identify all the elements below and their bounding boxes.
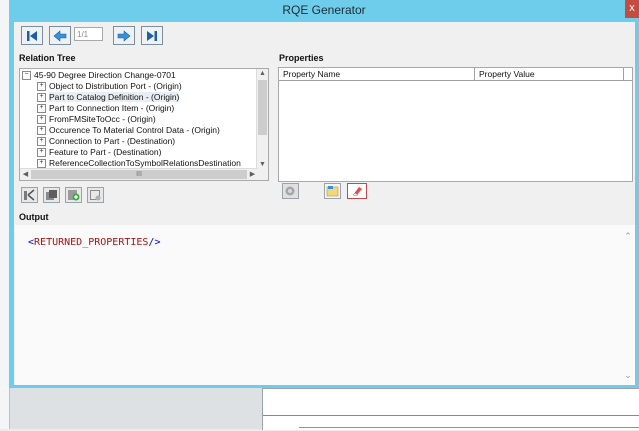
- clear-icon: [90, 190, 101, 201]
- next-page-icon: [117, 29, 131, 42]
- scroll-down-icon[interactable]: ⌄: [623, 370, 633, 381]
- tree-node-label: FromFMSiteToOcc - (Origin): [49, 114, 156, 124]
- relation-tree-label: Relation Tree: [19, 53, 76, 63]
- scrollbar-grip: III: [136, 171, 142, 178]
- relation-tree[interactable]: −45-90 Degree Direction Change-0701 + Obj…: [19, 68, 269, 181]
- first-page-icon: [27, 30, 37, 41]
- eraser-button[interactable]: [347, 183, 367, 199]
- tree-horizontal-scrollbar[interactable]: ◀ III ▶: [20, 168, 258, 180]
- scrollbar-corner: [257, 169, 268, 180]
- page-number-field[interactable]: 1/1: [74, 27, 103, 41]
- previous-page-icon: [53, 29, 67, 42]
- copy-icon: [46, 190, 57, 200]
- tree-node[interactable]: + Part to Catalog Definition - (Origin): [37, 92, 180, 103]
- eraser-icon: [352, 187, 362, 197]
- tree-node-label: Connection to Part - (Destination): [49, 136, 176, 146]
- expand-icon[interactable]: +: [37, 115, 46, 125]
- first-page-button[interactable]: [21, 26, 43, 45]
- tree-node[interactable]: + FromFMSiteToOcc - (Origin): [37, 114, 156, 125]
- tree-node[interactable]: + Occurence To Material Control Data - (O…: [37, 125, 220, 136]
- rqe-generator-window: RQE Generator x 1/1 Relation Tree Proper…: [9, 0, 639, 388]
- background-divider: [263, 415, 639, 416]
- window-title: RQE Generator: [282, 3, 366, 17]
- expand-icon[interactable]: +: [37, 137, 46, 147]
- output-scrollbar[interactable]: ⌃ ⌄: [623, 231, 633, 381]
- window-client-area: 1/1 Relation Tree Properties −45-90 Degr…: [14, 22, 635, 385]
- open-file-icon: [326, 186, 339, 197]
- add-relation-icon: [24, 189, 35, 201]
- expand-icon[interactable]: +: [37, 159, 46, 169]
- background-panel: [262, 388, 639, 430]
- tree-node[interactable]: + Feature to Part - (Destination): [37, 147, 161, 158]
- expand-icon[interactable]: +: [37, 82, 46, 92]
- column-header-property-value[interactable]: Property Value: [475, 68, 624, 80]
- tree-node[interactable]: + Connection to Part - (Destination): [37, 136, 175, 147]
- tree-node-label: Object to Distribution Port - (Origin): [49, 81, 182, 91]
- expand-icon[interactable]: +: [37, 104, 46, 114]
- scroll-left-icon[interactable]: ◀: [20, 169, 31, 180]
- title-bar[interactable]: RQE Generator x: [9, 0, 639, 22]
- tree-node-label: Occurence To Material Control Data - (Or…: [49, 125, 220, 135]
- clear-button[interactable]: [87, 187, 104, 203]
- scrollbar-thumb[interactable]: [258, 80, 267, 135]
- output-editor[interactable]: <RETURNED_PROPERTIES/> ⌃ ⌄: [15, 225, 635, 385]
- open-file-button[interactable]: [324, 183, 341, 199]
- last-page-icon: [147, 30, 157, 41]
- relation-tree-content: −45-90 Degree Direction Change-0701 + Obj…: [20, 69, 258, 170]
- refresh-button[interactable]: [282, 183, 299, 199]
- properties-grid[interactable]: Property Name Property Value: [278, 67, 633, 182]
- background-columns: [299, 427, 639, 431]
- add-relation-button[interactable]: [21, 187, 38, 203]
- scrollbar-thumb[interactable]: III: [31, 170, 247, 179]
- properties-label: Properties: [279, 53, 324, 63]
- tree-node[interactable]: + Part to Connection Item - (Origin): [37, 103, 174, 114]
- next-page-button[interactable]: [113, 26, 135, 45]
- tree-node-label: Feature to Part - (Destination): [49, 147, 162, 157]
- xml-close-bracket: />: [148, 237, 161, 248]
- previous-page-button[interactable]: [49, 26, 71, 45]
- collapse-icon[interactable]: −: [22, 71, 31, 81]
- tree-node[interactable]: + Object to Distribution Port - (Origin): [37, 81, 182, 92]
- xml-tag-name: RETURNED_PROPERTIES: [34, 237, 149, 248]
- grid-header: Property Name Property Value: [279, 68, 632, 81]
- add-item-icon: [68, 190, 80, 201]
- close-button[interactable]: x: [625, 0, 639, 18]
- expand-icon[interactable]: +: [37, 93, 46, 103]
- tree-node-label: Part to Connection Item - (Origin): [49, 103, 175, 113]
- column-header-property-name[interactable]: Property Name: [279, 68, 475, 80]
- expand-icon[interactable]: +: [37, 148, 46, 158]
- last-page-button[interactable]: [141, 26, 163, 45]
- tree-node-label: Part to Catalog Definition - (Origin): [49, 92, 180, 102]
- copy-button[interactable]: [43, 187, 60, 203]
- tree-node-label: 45-90 Degree Direction Change-0701: [34, 70, 176, 80]
- refresh-icon: [285, 186, 295, 196]
- scroll-up-icon[interactable]: ▲: [257, 69, 268, 79]
- scroll-up-icon[interactable]: ⌃: [623, 231, 633, 242]
- output-label: Output: [19, 212, 49, 222]
- tree-node-label: ReferenceCollectionToSymbolRelationsDest…: [49, 158, 241, 168]
- tree-vertical-scrollbar[interactable]: ▲ ▼: [256, 69, 268, 170]
- expand-icon[interactable]: +: [37, 126, 46, 136]
- add-item-button[interactable]: [65, 187, 82, 203]
- output-xml: <RETURNED_PROPERTIES/>: [28, 237, 160, 248]
- tree-root-node[interactable]: −45-90 Degree Direction Change-0701: [22, 70, 176, 81]
